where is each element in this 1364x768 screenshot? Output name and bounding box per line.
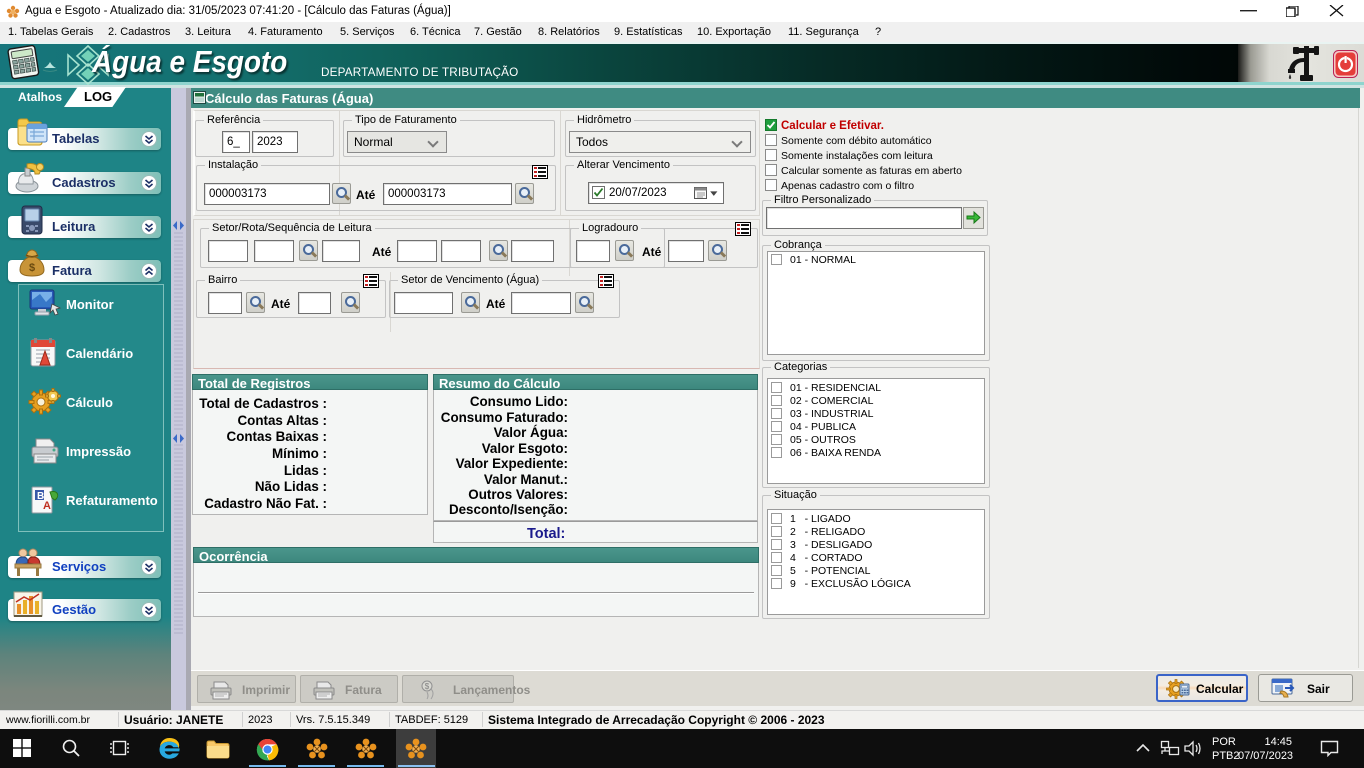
svg-text:$: $ — [29, 262, 35, 274]
svg-text:$: $ — [425, 682, 430, 691]
